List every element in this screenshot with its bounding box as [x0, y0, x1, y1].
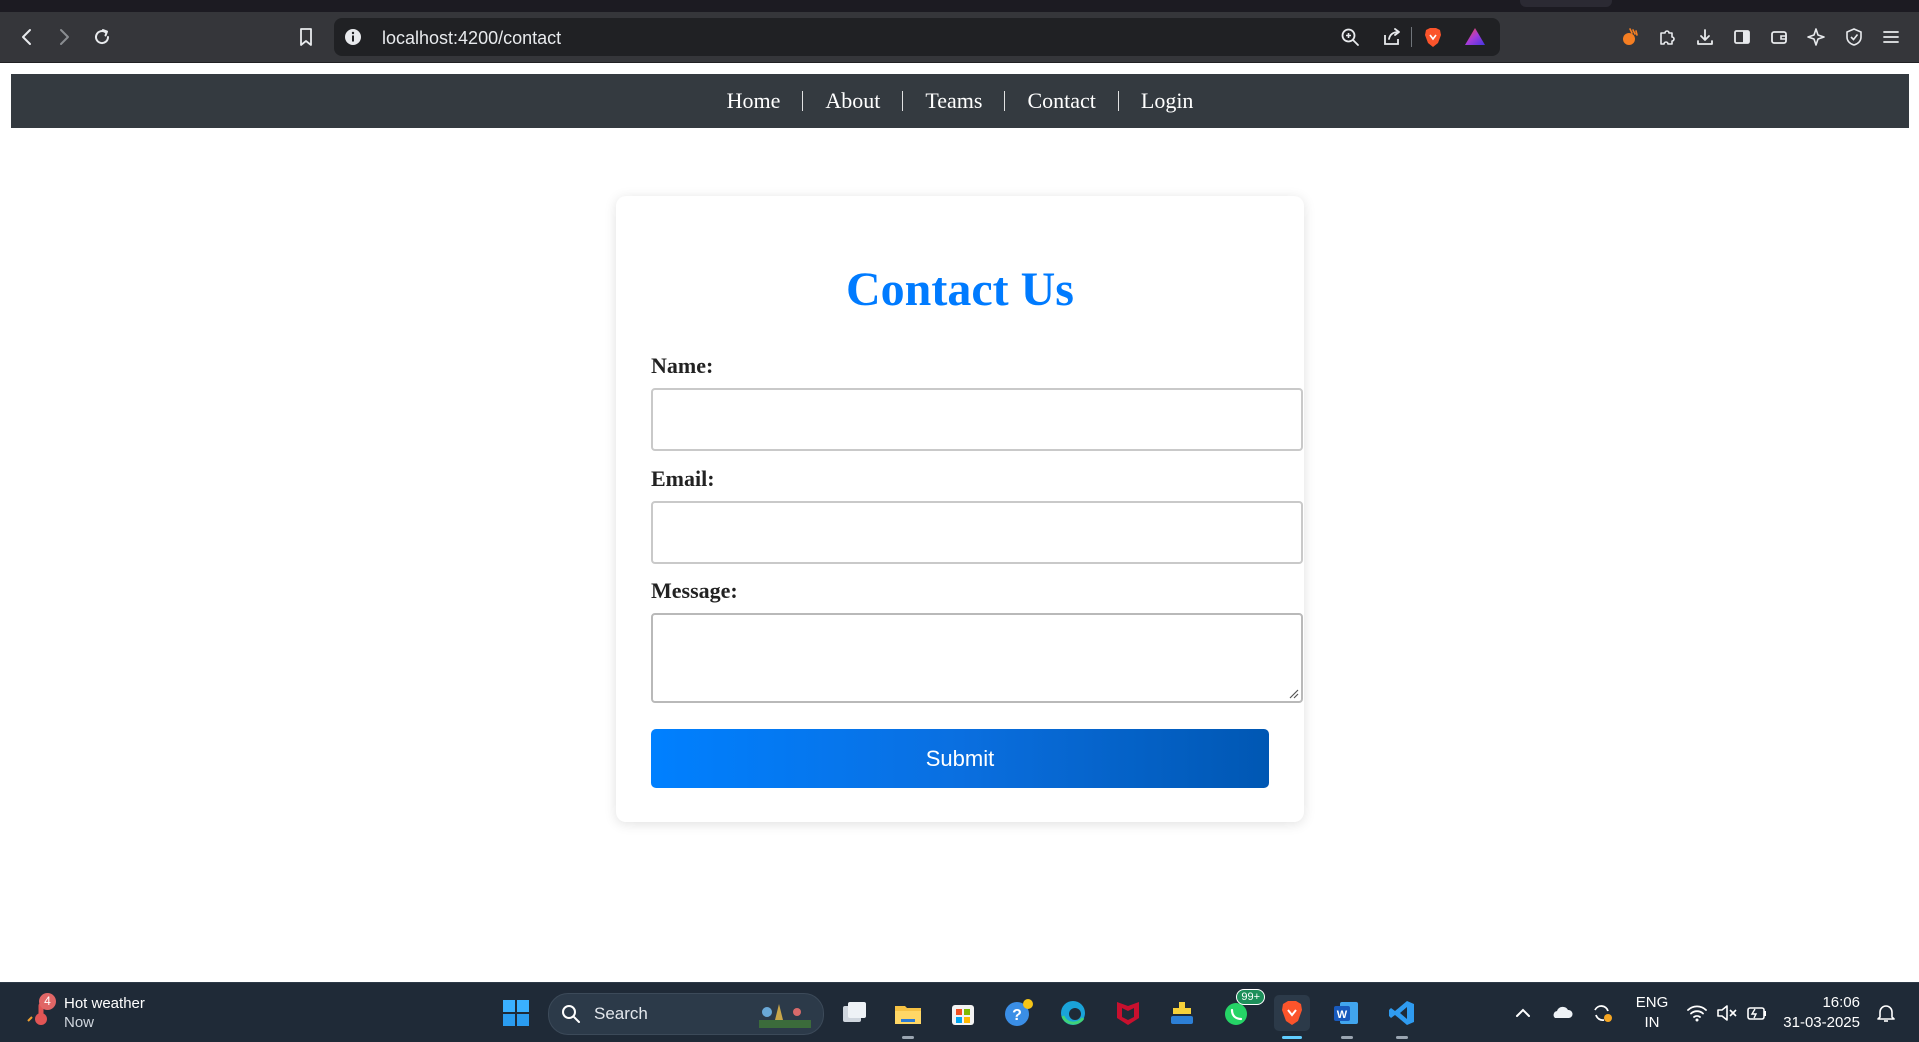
chevron-up-icon[interactable] [1511, 1001, 1535, 1025]
taskbar-search[interactable]: Search [548, 993, 824, 1035]
clock-date[interactable]: 31-03-2025 [1770, 1014, 1860, 1031]
sidebar-icon[interactable] [1728, 24, 1756, 50]
nav-link-about[interactable]: About [803, 88, 902, 114]
browser-tab[interactable] [1520, 0, 1612, 7]
search-label: Search [594, 1004, 648, 1023]
nav-divider [802, 91, 804, 111]
hamburger-menu-icon[interactable] [1877, 24, 1905, 50]
windows-taskbar: 4 Hot weather Now Search ? 99+ W ENG IN … [0, 982, 1919, 1042]
notification-bell-icon[interactable] [1874, 1001, 1898, 1025]
wallet-icon[interactable] [1765, 24, 1793, 50]
file-explorer-icon[interactable] [890, 995, 926, 1039]
speaker-muted-icon[interactable] [1715, 1001, 1739, 1025]
url-text[interactable]: localhost:4200/contact [382, 28, 561, 49]
weather-badge: 4 [39, 993, 56, 1010]
reload-icon[interactable] [88, 24, 116, 50]
download-icon[interactable] [1691, 24, 1719, 50]
nav-divider [1004, 91, 1006, 111]
task-view-icon[interactable] [836, 995, 872, 1031]
wifi-icon[interactable] [1685, 1001, 1709, 1025]
forward-arrow-icon[interactable] [50, 24, 78, 50]
battery-icon[interactable] [1745, 1001, 1769, 1025]
search-highlight-icon [759, 1004, 811, 1028]
running-indicator [1396, 1036, 1408, 1039]
nav-link-home[interactable]: Home [705, 88, 803, 114]
brave-lion-icon[interactable] [1422, 26, 1444, 48]
onedrive-cloud-icon[interactable] [1550, 1001, 1574, 1025]
info-icon[interactable] [344, 28, 362, 46]
running-indicator [902, 1036, 914, 1039]
mcafee-icon[interactable] [1110, 995, 1146, 1031]
page-title: Contact Us [846, 263, 1074, 316]
email-field[interactable] [651, 501, 1303, 564]
message-label: Message: [651, 578, 738, 603]
address-bar[interactable]: localhost:4200/contact [334, 18, 1500, 56]
whatsapp-icon[interactable]: 99+ [1219, 989, 1265, 1031]
submit-button[interactable]: Submit [651, 729, 1269, 788]
clock-time[interactable]: 16:06 [1780, 994, 1860, 1011]
brave-rewards-icon[interactable] [1464, 26, 1486, 48]
brave-leo-icon[interactable] [1616, 24, 1644, 50]
site-navbar: Home About Teams Contact Login [11, 74, 1909, 128]
language-bottom[interactable]: IN [1632, 1014, 1672, 1031]
whatsapp-badge: 99+ [1236, 989, 1265, 1005]
nav-link-teams[interactable]: Teams [903, 88, 1004, 114]
back-arrow-icon[interactable] [13, 24, 41, 50]
browser-toolbar: localhost:4200/contact [0, 12, 1919, 63]
name-label: Name: [651, 353, 714, 378]
help-icon[interactable]: ? [1000, 995, 1036, 1031]
running-indicator [1341, 1036, 1353, 1039]
sparkle-icon[interactable] [1802, 24, 1830, 50]
browser-tabstrip [0, 0, 1919, 12]
address-bar-divider [1411, 27, 1412, 47]
email-label: Email: [651, 466, 715, 491]
svg-text:?: ? [1012, 1007, 1022, 1024]
message-field[interactable] [651, 613, 1303, 703]
language-top[interactable]: ENG [1632, 994, 1672, 1011]
puzzle-piece-icon[interactable] [1653, 24, 1681, 50]
word-icon[interactable]: W [1329, 995, 1365, 1039]
sync-icon[interactable] [1590, 1001, 1614, 1025]
windows-start-icon[interactable] [498, 995, 534, 1031]
edge-browser-icon[interactable] [1055, 995, 1091, 1031]
nav-link-contact[interactable]: Contact [1005, 88, 1117, 114]
vscode-icon[interactable] [1384, 995, 1420, 1039]
brave-taskbar-icon[interactable] [1274, 995, 1310, 1039]
game-app-icon[interactable] [1164, 995, 1200, 1031]
svg-text:W: W [1337, 1009, 1348, 1021]
nav-link-login[interactable]: Login [1119, 88, 1216, 114]
nav-divider [1117, 91, 1119, 111]
weather-widget[interactable]: 4 Hot weather Now [26, 993, 196, 1033]
active-indicator [1282, 1036, 1302, 1039]
shield-icon[interactable] [1840, 24, 1868, 50]
search-icon [562, 1005, 580, 1023]
microsoft-store-icon[interactable] [945, 995, 981, 1031]
bookmark-icon[interactable] [292, 24, 320, 50]
share-icon[interactable] [1382, 27, 1402, 47]
weather-title: Hot weather [64, 995, 145, 1012]
nav-divider [902, 91, 904, 111]
zoom-icon[interactable] [1340, 27, 1360, 47]
weather-time: Now [64, 1014, 95, 1031]
resize-grip-icon[interactable] [1287, 687, 1299, 699]
name-field[interactable] [651, 388, 1303, 451]
